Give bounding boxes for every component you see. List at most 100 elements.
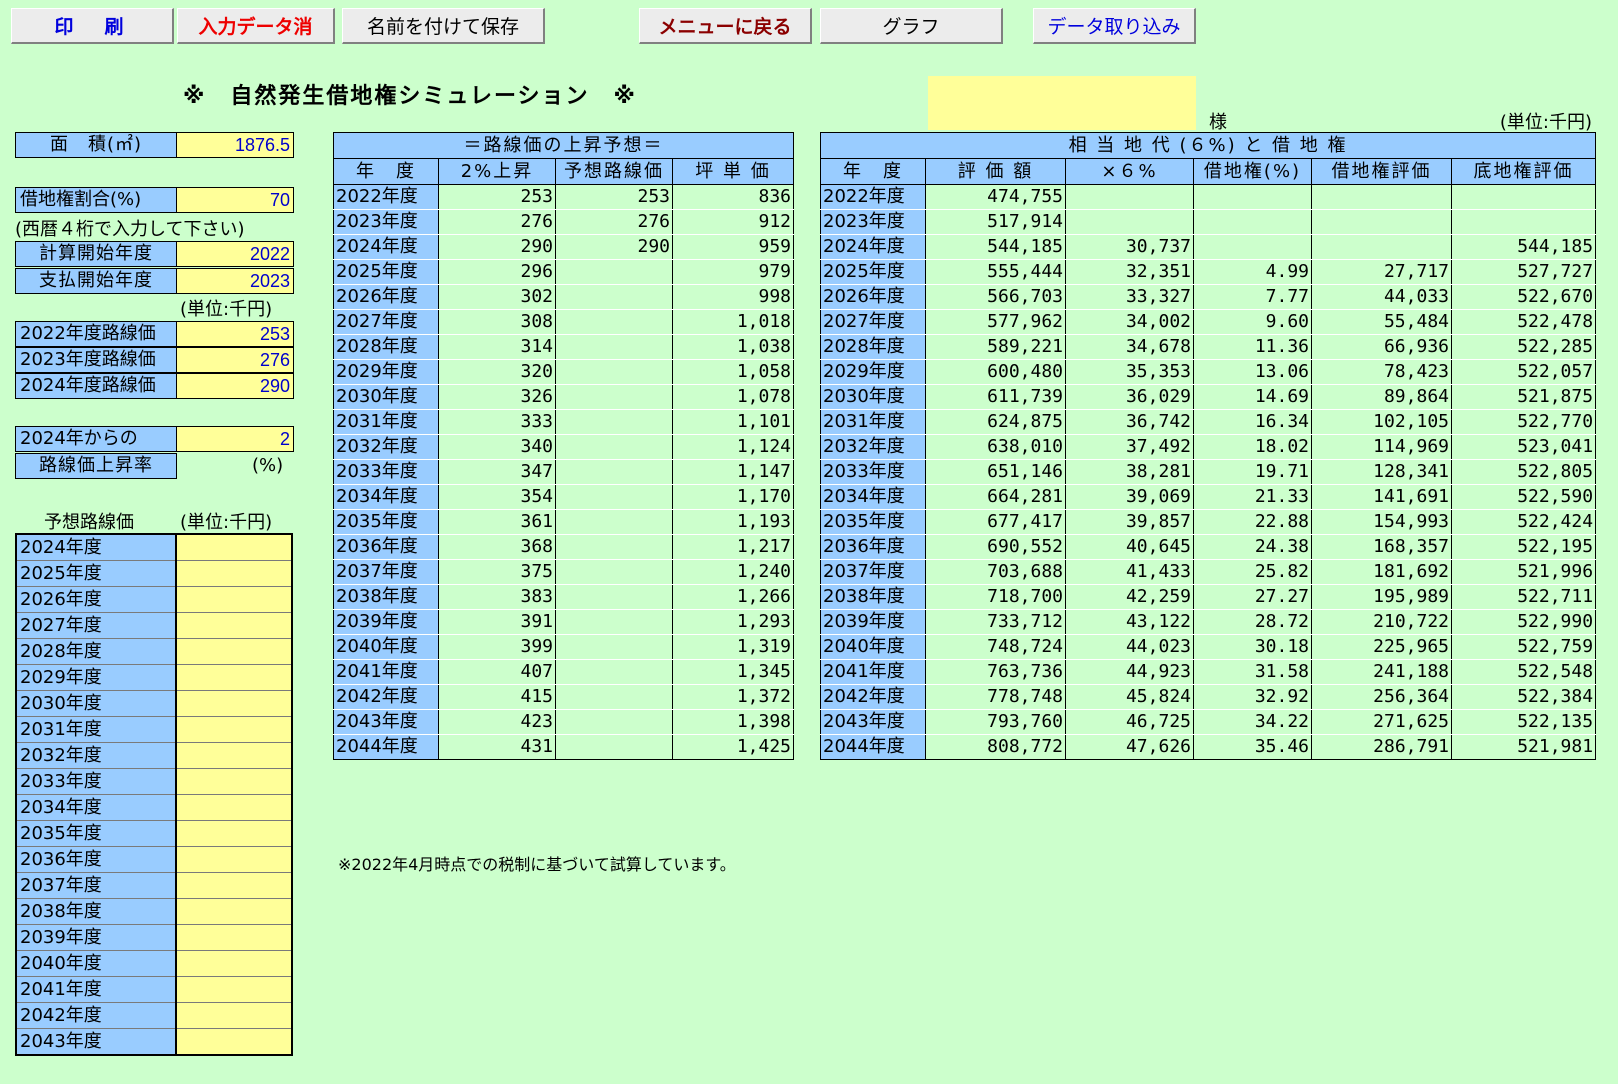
forecast-year-label: 2031年度 (16, 716, 177, 743)
lease-header-year: 年 度 (820, 158, 926, 185)
payment-start-label: 支払開始年度 (15, 268, 177, 294)
forecast-year-label: 2038年度 (16, 898, 177, 925)
road-header-tsubo: 坪 単 価 (672, 158, 794, 185)
forecast-price-cell[interactable] (176, 742, 292, 769)
year-cell: 2030年度 (333, 384, 439, 410)
leasehold-pct-cell: 16.34 (1193, 409, 1312, 435)
rise-cell: 253 (438, 184, 556, 210)
forecast-price-cell[interactable] (176, 1028, 292, 1055)
year-cell: 2027年度 (333, 309, 439, 335)
leasehold-value-cell: 78,423 (1311, 359, 1452, 385)
year-cell: 2025年度 (333, 259, 439, 285)
leasehold-value-cell: 66,936 (1311, 334, 1452, 360)
year-cell: 2043年度 (333, 709, 439, 735)
back-to-menu-button[interactable]: メニューに戻る (639, 8, 812, 44)
forecast-price-cell[interactable] (176, 820, 292, 847)
road-table-row: 2038年度 383 1,266 (333, 584, 794, 610)
road-table-row: 2035年度 361 1,193 (333, 509, 794, 535)
road-table-row: 2041年度 407 1,345 (333, 659, 794, 685)
forecast-year-label: 2025年度 (16, 560, 177, 587)
forecast-price-cell[interactable] (176, 846, 292, 873)
rise-cell: 407 (438, 659, 556, 685)
forecast-year-label: 2037年度 (16, 872, 177, 899)
rise-cell: 347 (438, 459, 556, 485)
six-percent-cell: 40,645 (1065, 534, 1194, 560)
import-data-button[interactable]: データ取り込み (1033, 8, 1196, 44)
land-value-cell: 527,727 (1450, 259, 1597, 285)
road-table-row: 2044年度 431 1,425 (333, 734, 794, 760)
rise-cell: 326 (438, 384, 556, 410)
forecast-row: 2033年度 (16, 768, 292, 795)
leasehold-value-cell: 128,341 (1311, 459, 1452, 485)
forecast-label: 予想路線価 (44, 512, 134, 533)
road-table-row: 2036年度 368 1,217 (333, 534, 794, 560)
land-value-cell: 521,875 (1450, 384, 1597, 410)
customer-name-input[interactable] (928, 76, 1196, 130)
leasehold-value-cell (1311, 209, 1452, 235)
forecast-price-cell[interactable] (176, 612, 292, 639)
forecast-price-cell[interactable] (176, 638, 292, 665)
forecast-year-label: 2043年度 (16, 1028, 177, 1055)
rise-rate-unit: (%) (252, 455, 284, 476)
rise-rate-label-2: 路線価上昇率 (15, 453, 177, 479)
forecast-price-cell[interactable] (176, 872, 292, 899)
forecast-year-label: 2026年度 (16, 586, 177, 613)
forecast-price-cell[interactable] (176, 586, 292, 613)
save-as-button[interactable]: 名前を付けて保存 (342, 8, 545, 44)
year-cell: 2031年度 (333, 409, 439, 435)
tsubo-price-cell: 1,078 (672, 384, 794, 410)
forecast-price-cell[interactable] (176, 924, 292, 951)
rise-cell: 383 (438, 584, 556, 610)
year-cell: 2024年度 (820, 234, 926, 260)
land-value-cell (1450, 184, 1597, 210)
tsubo-price-cell: 1,124 (672, 434, 794, 460)
year-cell: 2023年度 (820, 209, 926, 235)
forecast-row: 2040年度 (16, 950, 292, 977)
leasehold-ratio-input[interactable] (176, 187, 294, 213)
print-button[interactable]: 印 刷 (11, 8, 174, 44)
lease-table-row: 2027年度 577,962 34,002 9.60 55,484 522,478 (820, 309, 1597, 335)
area-input[interactable] (176, 132, 294, 158)
lease-table-row: 2028年度 589,221 34,678 11.36 66,936 522,285 (820, 334, 1597, 360)
forecast-year-label: 2028年度 (16, 638, 177, 665)
road-price-2023-input[interactable] (176, 347, 294, 373)
forecast-price-cell[interactable] (176, 976, 292, 1003)
forecast-price-cell[interactable] (176, 1002, 292, 1029)
forecast-price-cell[interactable] (176, 898, 292, 925)
road-table-title: ＝路線価の上昇予想＝ (333, 132, 794, 159)
leasehold-pct-cell: 27.27 (1193, 584, 1312, 610)
clear-input-button[interactable]: 入力データ消 (177, 8, 335, 44)
lease-table-row: 2038年度 718,700 42,259 27.27 195,989 522,711 (820, 584, 1597, 610)
forecast-price-cell[interactable] (176, 768, 292, 795)
leasehold-pct-cell: 9.60 (1193, 309, 1312, 335)
graph-button[interactable]: グラフ (820, 8, 1003, 44)
land-value-cell: 522,057 (1450, 359, 1597, 385)
rise-cell: 361 (438, 509, 556, 535)
leasehold-pct-cell: 21.33 (1193, 484, 1312, 510)
rise-rate-input[interactable] (176, 426, 294, 452)
year-cell: 2032年度 (820, 434, 926, 460)
calc-start-input[interactable] (176, 241, 294, 267)
forecast-price-cell[interactable] (176, 794, 292, 821)
forecast-price-cell[interactable] (176, 664, 292, 691)
forecast-price-cell[interactable] (176, 950, 292, 977)
road-table-row: 2031年度 333 1,101 (333, 409, 794, 435)
forecast-row: 2024年度 (16, 534, 292, 561)
forecast-price-cell[interactable] (176, 560, 292, 587)
road-price-2024-input[interactable] (176, 373, 294, 399)
land-value-cell: 522,548 (1450, 659, 1597, 685)
payment-start-input[interactable] (176, 268, 294, 294)
leasehold-value-cell: 256,364 (1311, 684, 1452, 710)
forecast-price-cell[interactable] (176, 534, 292, 561)
leasehold-value-cell: 141,691 (1311, 484, 1452, 510)
forecast-price-cell[interactable] (176, 690, 292, 717)
road-table-row: 2029年度 320 1,058 (333, 359, 794, 385)
land-value-cell: 522,424 (1450, 509, 1597, 535)
forecast-row: 2030年度 (16, 690, 292, 717)
forecast-price-cell[interactable] (176, 716, 292, 743)
valuation-cell: 651,146 (925, 459, 1066, 485)
forecast-cell (555, 684, 673, 710)
six-percent-cell: 39,069 (1065, 484, 1194, 510)
six-percent-cell: 41,433 (1065, 559, 1194, 585)
road-price-2022-input[interactable] (176, 321, 294, 347)
